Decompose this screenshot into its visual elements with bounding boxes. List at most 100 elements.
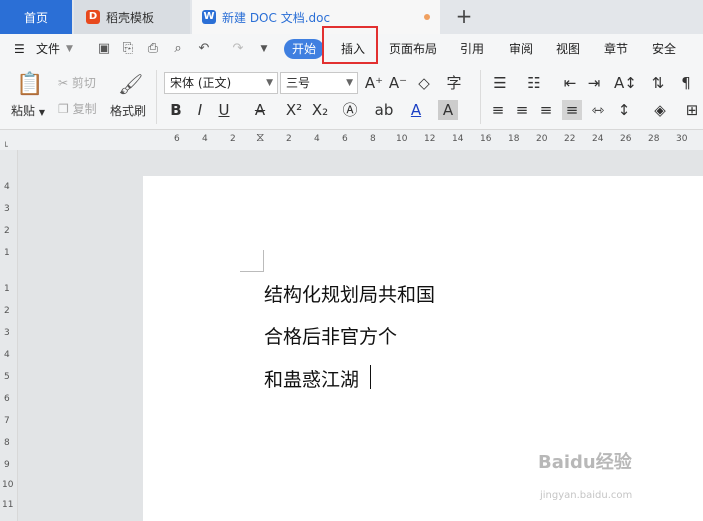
- text-direction-icon[interactable]: A↕: [614, 73, 637, 93]
- ruler-tick: 1: [4, 284, 10, 294]
- ruler-tick: 26: [620, 134, 632, 144]
- tab-home-label: 首页: [23, 10, 48, 25]
- menu-file[interactable]: 文件: [36, 34, 60, 64]
- tab-document[interactable]: W 新建 DOC 文档.doc: [192, 0, 440, 34]
- numbered-list-icon[interactable]: ☷: [524, 73, 544, 93]
- print-preview-icon[interactable]: ⌕: [170, 41, 186, 57]
- increase-indent-icon[interactable]: ⇥: [584, 73, 604, 93]
- undo-icon[interactable]: ↶: [196, 41, 212, 57]
- ruler-tick: 1: [4, 248, 10, 258]
- font-color-icon[interactable]: A: [406, 100, 426, 120]
- ruler-tick: 24: [592, 134, 604, 144]
- grow-font-icon[interactable]: A⁺: [364, 73, 384, 93]
- line-spacing-icon[interactable]: ↕: [614, 100, 634, 120]
- ruler-tick: 7: [4, 416, 10, 426]
- ruler-tick: 10: [396, 134, 408, 144]
- format-painter-icon[interactable]: 🖌: [118, 72, 143, 96]
- hamburger-icon[interactable]: ☰: [14, 34, 25, 64]
- sort-icon[interactable]: ⇅: [648, 73, 668, 93]
- unsaved-dot-icon: [424, 14, 430, 20]
- output-pdf-icon[interactable]: ⎘: [120, 41, 136, 57]
- ruler-tick: 18: [508, 134, 520, 144]
- print-icon[interactable]: ⎙: [145, 41, 161, 57]
- paste-button[interactable]: 粘贴 ▼: [11, 102, 45, 119]
- text-effect-icon[interactable]: Ⓐ: [340, 100, 360, 120]
- watermark-url: jingyan.baidu.com: [540, 490, 633, 501]
- chevron-down-icon: ▼: [266, 78, 273, 88]
- paste-icon[interactable]: 📋: [16, 72, 43, 97]
- align-left-icon[interactable]: ≡: [488, 100, 508, 120]
- chevron-down-icon: ▼: [346, 78, 353, 88]
- decrease-indent-icon[interactable]: ⇤: [560, 73, 580, 93]
- font-size-value: 三号: [286, 76, 311, 90]
- menu-review[interactable]: 审阅: [509, 34, 533, 64]
- redo-icon[interactable]: ↷: [230, 41, 246, 57]
- qat-more-icon[interactable]: ▼: [256, 41, 272, 57]
- menu-reference[interactable]: 引用: [460, 34, 484, 64]
- tab-templates[interactable]: D 稻壳模板: [74, 0, 190, 34]
- show-marks-icon[interactable]: ¶: [676, 73, 696, 93]
- tab-home[interactable]: 首页: [0, 0, 72, 34]
- clear-format-icon[interactable]: ◇: [414, 73, 434, 93]
- save-icon[interactable]: ▣: [96, 41, 112, 57]
- superscript-icon[interactable]: X²: [284, 100, 304, 120]
- ruler-tick: 8: [370, 134, 376, 144]
- text-cursor: [370, 365, 371, 389]
- menu-security[interactable]: 安全: [652, 34, 676, 64]
- font-size-select[interactable]: 三号 ▼: [280, 72, 358, 94]
- copy-label: 复制: [72, 102, 97, 116]
- menu-start[interactable]: 开始: [284, 39, 324, 59]
- page-margin-corner: [240, 250, 264, 272]
- italic-icon[interactable]: I: [190, 100, 210, 120]
- indent-marker-icon[interactable]: ⧖: [256, 130, 264, 145]
- ruler-tick: 6: [342, 134, 348, 144]
- templates-logo-icon: D: [86, 10, 100, 24]
- menu-page-layout[interactable]: 页面布局: [389, 34, 437, 64]
- cut-icon: ✂: [58, 76, 69, 90]
- bold-icon[interactable]: B: [166, 100, 186, 120]
- file-chevron-down-icon[interactable]: ▼: [66, 34, 73, 64]
- border-icon[interactable]: ⊞: [682, 100, 702, 120]
- paste-label: 粘贴: [11, 104, 36, 118]
- format-painter-button[interactable]: 格式刷: [110, 102, 146, 119]
- horizontal-ruler[interactable]: └ 6 4 2 ⧖ 2 4 6 8 10 12 14 16 18 20 22 2…: [0, 130, 703, 151]
- ruler-tick: 8: [4, 438, 10, 448]
- paragraph-shading-icon[interactable]: ◈: [650, 100, 670, 120]
- document-line[interactable]: 合格后非官方个: [264, 322, 397, 349]
- copy-button[interactable]: ❐ 复制: [58, 100, 97, 117]
- cut-button[interactable]: ✂ 剪切: [58, 74, 96, 91]
- document-line[interactable]: 和蛊惑江湖: [264, 365, 359, 392]
- subscript-icon[interactable]: X₂: [310, 100, 330, 120]
- ruler-tick: 28: [648, 134, 660, 144]
- document-line[interactable]: 结构化规划局共和国: [264, 280, 435, 307]
- justify-icon[interactable]: ≡: [562, 100, 582, 120]
- strikethrough-icon[interactable]: A: [250, 100, 270, 120]
- char-shading-icon[interactable]: A: [438, 100, 458, 120]
- ruler-tick: 9: [4, 460, 10, 470]
- ruler-tick: 30: [676, 134, 688, 144]
- align-center-icon[interactable]: ≡: [512, 100, 532, 120]
- vertical-ruler[interactable]: 4 3 2 1 1 2 3 4 5 6 7 8 9 10 11: [0, 150, 18, 521]
- phonetic-icon[interactable]: 字: [444, 73, 464, 93]
- ruler-tick: 5: [4, 372, 10, 382]
- ruler-tick: 6: [174, 134, 180, 144]
- ruler-tick: 2: [286, 134, 292, 144]
- highlight-icon[interactable]: ab: [374, 100, 394, 120]
- tab-templates-label: 稻壳模板: [106, 10, 155, 25]
- underline-icon[interactable]: U: [214, 100, 234, 120]
- font-name-select[interactable]: 宋体 (正文) ▼: [164, 72, 278, 94]
- tab-document-label: 新建 DOC 文档.doc: [222, 10, 331, 25]
- new-tab-button[interactable]: +: [452, 4, 476, 28]
- ruler-tick: 2: [4, 226, 10, 236]
- watermark-logo: Baidu经验: [538, 452, 632, 473]
- menu-section[interactable]: 章节: [604, 34, 628, 64]
- shrink-font-icon[interactable]: A⁻: [388, 73, 408, 93]
- distribute-icon[interactable]: ⇿: [588, 100, 608, 120]
- ruler-tick: 3: [4, 204, 10, 214]
- ruler-tick: 14: [452, 134, 464, 144]
- ruler-tick: 3: [4, 328, 10, 338]
- menu-view[interactable]: 视图: [556, 34, 580, 64]
- bullet-list-icon[interactable]: ☰: [490, 73, 510, 93]
- wps-writer-window: { "tabs":{"home":"首页","templates":"稻壳模板"…: [0, 0, 703, 521]
- align-right-icon[interactable]: ≡: [536, 100, 556, 120]
